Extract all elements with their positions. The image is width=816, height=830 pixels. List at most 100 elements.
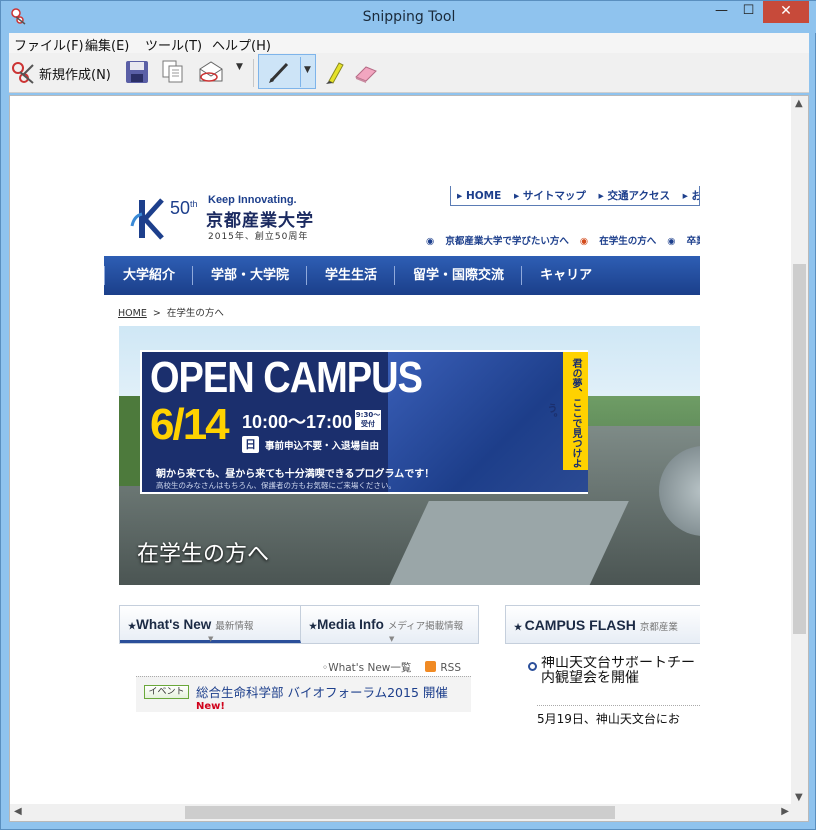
tab-media-info-sub: メディア掲載情報 (387, 621, 464, 632)
bullet-icon (528, 662, 537, 671)
top-nav-contact[interactable]: ▸ お問い (683, 190, 699, 202)
top-nav-sitemap[interactable]: ▸ サイトマップ (514, 190, 586, 202)
new-snip-button[interactable]: 新規作成(N) (11, 60, 111, 86)
campus-flash-title-line2: 内観望会を開催 (541, 670, 639, 686)
breadcrumb-current: 在学生の方へ (166, 308, 224, 319)
campus-flash-item[interactable]: 神山天文台サポートチー 内観望会を開催 (515, 656, 700, 686)
maximize-button[interactable]: ☐ (735, 1, 762, 23)
snipping-tool-window: Snipping Tool — ☐ ✕ ファイル(F) 編集(E) ツール(T)… (0, 0, 816, 830)
whats-new-list-link[interactable]: ◦What's New一覧 (322, 662, 411, 674)
star-icon: ★ (309, 621, 318, 631)
day-badge: 日 (242, 436, 259, 453)
breadcrumb-home[interactable]: HOME (118, 308, 147, 319)
snip-canvas[interactable]: 50th Keep Innovating. 京都産業大学 2015年、創立50周… (9, 95, 809, 822)
logo-50-mark: 50th (170, 198, 198, 218)
news-tabs: ★What's New 最新情報 ▼ ★Media Info メディア掲載情報 ▼ (119, 605, 479, 644)
scroll-down-icon[interactable]: ▼ (795, 792, 803, 803)
captured-webpage: 50th Keep Innovating. 京都産業大学 2015年、創立50周… (104, 186, 700, 806)
top-nav-access[interactable]: ▸ 交通アクセス (599, 190, 670, 202)
scroll-right-icon[interactable]: ▶ (781, 806, 789, 817)
logo-anniversary: 2015年、創立50周年 (208, 232, 309, 242)
highlighter-icon[interactable] (321, 59, 345, 85)
pen-button[interactable]: ▼ (258, 54, 316, 89)
open-campus-line2: 高校生のみなさんはもちろん、保護者の方もお気軽にご来場ください。 (156, 481, 396, 490)
pen-button-divider (300, 57, 301, 87)
scissors-icon (12, 62, 34, 84)
gnav-student-life[interactable]: 学生生活 (306, 266, 394, 285)
campus-flash-date: 5月19日、神山天文台にお (537, 705, 700, 727)
tab-media-info-label: Media Info (317, 617, 384, 632)
campus-flash-header: ★ CAMPUS FLASH 京都産業 (505, 605, 700, 644)
window-title: Snipping Tool (362, 9, 456, 25)
sub-nav: ◉ 京都産業大学で学びたい方へ ◉ 在学生の方へ ◉ 卒業生 (426, 233, 700, 247)
menu-bar: ファイル(F) 編集(E) ツール(T) ヘルプ(H) (9, 33, 809, 54)
open-campus-tag: 君の夢、ここで見つけよう。 (545, 352, 588, 470)
open-campus-time: 10:00～17:00 (242, 412, 353, 432)
scroll-up-icon[interactable]: ▲ (795, 98, 803, 109)
campus-flash-title-line1: 神山天文台サポートチー (541, 656, 695, 671)
toolbar: 新規作成(N) ▼ ▼ (9, 53, 809, 93)
sub-nav-prospective[interactable]: ◉ 京都産業大学で学びたい方へ (426, 236, 569, 247)
news-links: ◦What's New一覧 RSS (322, 660, 461, 675)
eraser-icon[interactable] (352, 59, 380, 85)
vertical-scroll-thumb[interactable] (793, 264, 806, 634)
scroll-left-icon[interactable]: ◀ (14, 806, 22, 817)
hero-banner[interactable]: OPEN CAMPUS 6/14 10:00～17:00 9:30～受付 日 事… (119, 326, 700, 585)
breadcrumb-separator: > (152, 308, 161, 319)
campus-flash-title: 神山天文台サポートチー 内観望会を開催 (541, 656, 695, 686)
news-list-item[interactable]: イベント 総合生命科学部 バイオフォーラム2015 開催 New! (136, 676, 471, 712)
campus-flash-sub: 京都産業 (639, 622, 678, 633)
star-icon: ★ (514, 622, 525, 632)
global-nav: 大学紹介 学部・大学院 学生生活 留学・国際交流 キャリア (104, 256, 700, 295)
open-campus-banner[interactable]: OPEN CAMPUS 6/14 10:00～17:00 9:30～受付 日 事… (140, 350, 588, 494)
campus-flash-label: CAMPUS FLASH (524, 617, 636, 633)
top-nav-home[interactable]: ▸ HOME (457, 190, 501, 202)
news-title[interactable]: 総合生命科学部 バイオフォーラム2015 開催 (196, 682, 448, 701)
tab-media-info[interactable]: ★Media Info メディア掲載情報 ▼ (301, 606, 479, 643)
university-logo-icon (130, 198, 164, 240)
minimize-button[interactable]: — (708, 1, 735, 23)
sub-nav-alumni[interactable]: ◉ 卒業生 (667, 236, 700, 247)
menu-file[interactable]: ファイル(F) (14, 35, 84, 54)
open-campus-line1: 朝から来ても、昼から来ても十分満喫できるプログラムです！ (156, 469, 435, 480)
save-icon[interactable] (124, 59, 150, 85)
vertical-scrollbar[interactable]: ▲ ▼ (791, 96, 808, 805)
send-dropdown-icon[interactable]: ▼ (236, 62, 243, 72)
menu-edit[interactable]: 編集(E) (85, 35, 129, 54)
toolbar-separator (253, 59, 254, 87)
scrollbar-corner (791, 804, 808, 821)
hero-roof (389, 501, 629, 585)
rss-icon (425, 661, 437, 672)
menu-tools[interactable]: ツール(T) (145, 35, 202, 54)
caret-down-icon: ▼ (208, 635, 214, 643)
horizontal-scrollbar[interactable]: ◀ ▶ (10, 804, 793, 821)
reception-badge: 9:30～受付 (355, 410, 381, 430)
new-mark: New! (196, 701, 225, 712)
tab-whats-new-label: What's New (136, 617, 212, 632)
gnav-career[interactable]: キャリア (521, 266, 609, 285)
gnav-international[interactable]: 留学・国際交流 (394, 266, 521, 285)
rss-link[interactable]: RSS (440, 662, 461, 674)
tab-whats-new-sub: 最新情報 (215, 621, 254, 632)
open-campus-note: 事前申込不要・入退場自由 (265, 441, 380, 452)
new-snip-label: 新規作成(N) (39, 67, 111, 83)
logo-tagline: Keep Innovating. (208, 194, 297, 206)
horizontal-scroll-thumb[interactable] (185, 806, 615, 819)
logo-name: 京都産業大学 (206, 211, 314, 231)
pen-icon (269, 62, 289, 83)
send-email-icon[interactable] (197, 59, 225, 85)
sub-nav-current[interactable]: ◉ 在学生の方へ (580, 236, 656, 247)
star-icon: ★ (128, 621, 137, 631)
gnav-about[interactable]: 大学紹介 (104, 266, 192, 285)
tab-whats-new[interactable]: ★What's New 最新情報 ▼ (120, 606, 301, 643)
hero-caption: 在学生の方へ (137, 542, 270, 567)
breadcrumb: HOME > 在学生の方へ (118, 305, 224, 319)
caret-down-icon: ▼ (389, 635, 395, 643)
copy-icon[interactable] (161, 59, 185, 85)
title-bar[interactable]: Snipping Tool — ☐ ✕ (1, 1, 816, 33)
pen-dropdown-icon[interactable]: ▼ (304, 65, 311, 75)
close-button[interactable]: ✕ (763, 1, 809, 23)
event-badge: イベント (144, 685, 189, 699)
gnav-faculties[interactable]: 学部・大学院 (192, 266, 306, 285)
menu-help[interactable]: ヘルプ(H) (212, 35, 271, 54)
